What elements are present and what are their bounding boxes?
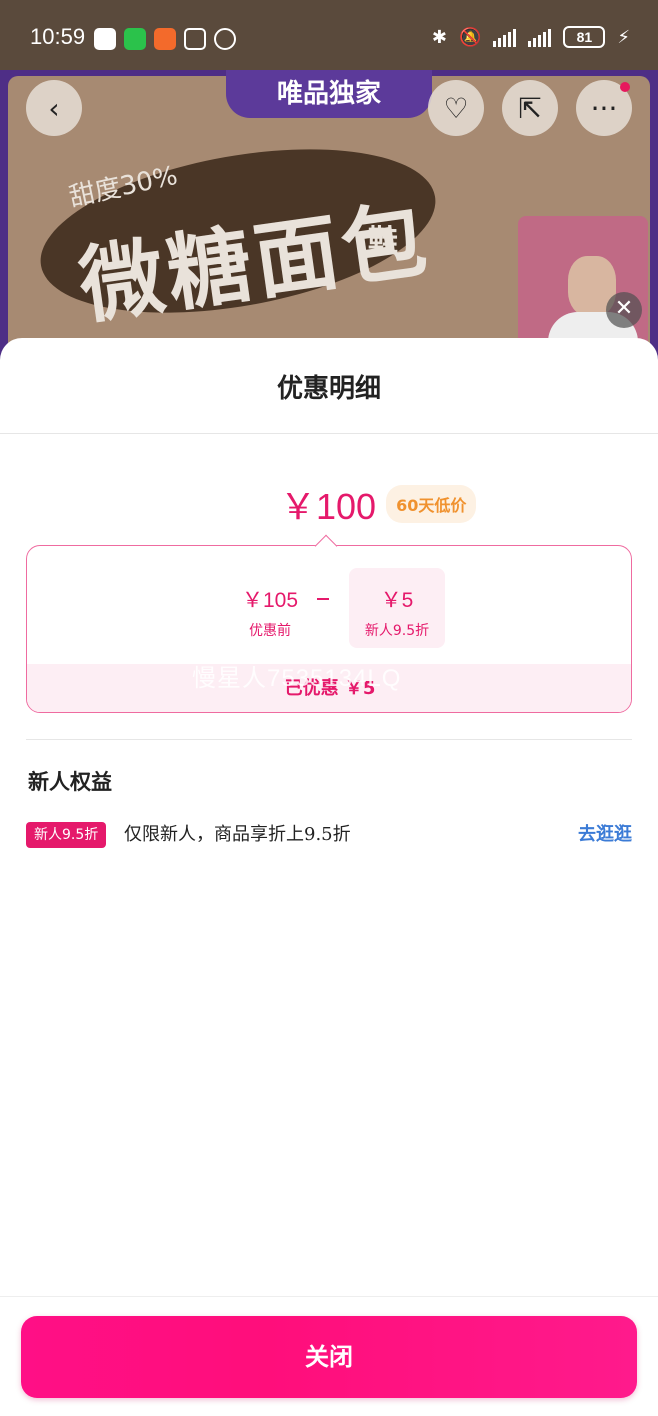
share-button[interactable]: ⇱ <box>502 80 558 136</box>
mute-icon: 🔕 <box>458 26 482 48</box>
close-icon: ✕ <box>614 296 634 321</box>
close-button[interactable]: 关闭 <box>21 1316 637 1398</box>
more-icon: ··· <box>590 91 618 125</box>
low-price-badge: 60天低价 <box>386 485 477 523</box>
final-price: ￥100 <box>280 486 377 527</box>
discount-item: ￥5 新人9.5折 <box>349 568 445 648</box>
wechat-icon <box>124 28 146 50</box>
favorite-button[interactable]: ♡ <box>428 80 484 136</box>
app-icon <box>154 28 176 50</box>
alarm-icon <box>214 28 236 50</box>
benefit-description: 仅限新人，商品享折上9.5折 <box>124 824 351 845</box>
benefit-item: 新人9.5折 仅限新人，商品享折上9.5折 去逛逛 <box>26 822 632 848</box>
qq-icon <box>94 28 116 50</box>
watermark: 慢星人7535134LQ <box>192 665 402 692</box>
original-price: ￥105 优惠前 <box>222 568 318 648</box>
more-button[interactable]: ··· <box>576 80 632 136</box>
minus-sign <box>317 598 329 600</box>
status-time: 10:59 <box>30 24 86 49</box>
chevron-left-icon: ‹ <box>48 91 60 125</box>
banner-side-text: 鞋 <box>368 224 398 259</box>
discount-value: ￥5 <box>380 589 414 612</box>
divider <box>26 739 632 740</box>
final-price-row: ￥100 60天低价 <box>280 478 477 530</box>
battery-indicator: 81 <box>563 26 606 48</box>
nfc-icon <box>184 28 206 50</box>
notification-dot <box>620 82 630 92</box>
discount-label: 新人9.5折 <box>364 623 430 639</box>
browse-link[interactable]: 去逛逛 <box>578 822 632 848</box>
benefits-title: 新人权益 <box>28 769 112 794</box>
status-bar: 10:59 ✱ 🔕 81 ⚡ <box>0 0 658 70</box>
bluetooth-icon: ✱ <box>431 26 447 48</box>
product-banner: 甜度30% 微糖面包 鞋 唯品独家 ‹ ♡ ⇱ ··· ✕ <box>0 70 658 360</box>
charging-icon: ⚡ <box>617 26 630 48</box>
divider <box>0 1296 658 1297</box>
sheet-title: 优惠明细 <box>276 374 381 404</box>
original-price-value: ￥105 <box>241 589 299 612</box>
back-button[interactable]: ‹ <box>26 80 82 136</box>
heart-plus-icon: ♡ <box>443 91 469 125</box>
signal-icon <box>493 27 517 47</box>
signal-icon-2 <box>528 27 552 47</box>
exclusive-label: 唯品独家 <box>226 70 432 118</box>
original-price-label: 优惠前 <box>249 623 291 639</box>
discount-detail-sheet: 优惠明细 ￥100 60天低价 ￥105 优惠前 ￥5 新人9.5折 已优惠 ￥… <box>0 338 658 1416</box>
divider <box>0 433 658 434</box>
live-close-button[interactable]: ✕ <box>606 292 642 328</box>
benefit-tag: 新人9.5折 <box>26 822 107 848</box>
share-icon: ⇱ <box>518 91 542 125</box>
